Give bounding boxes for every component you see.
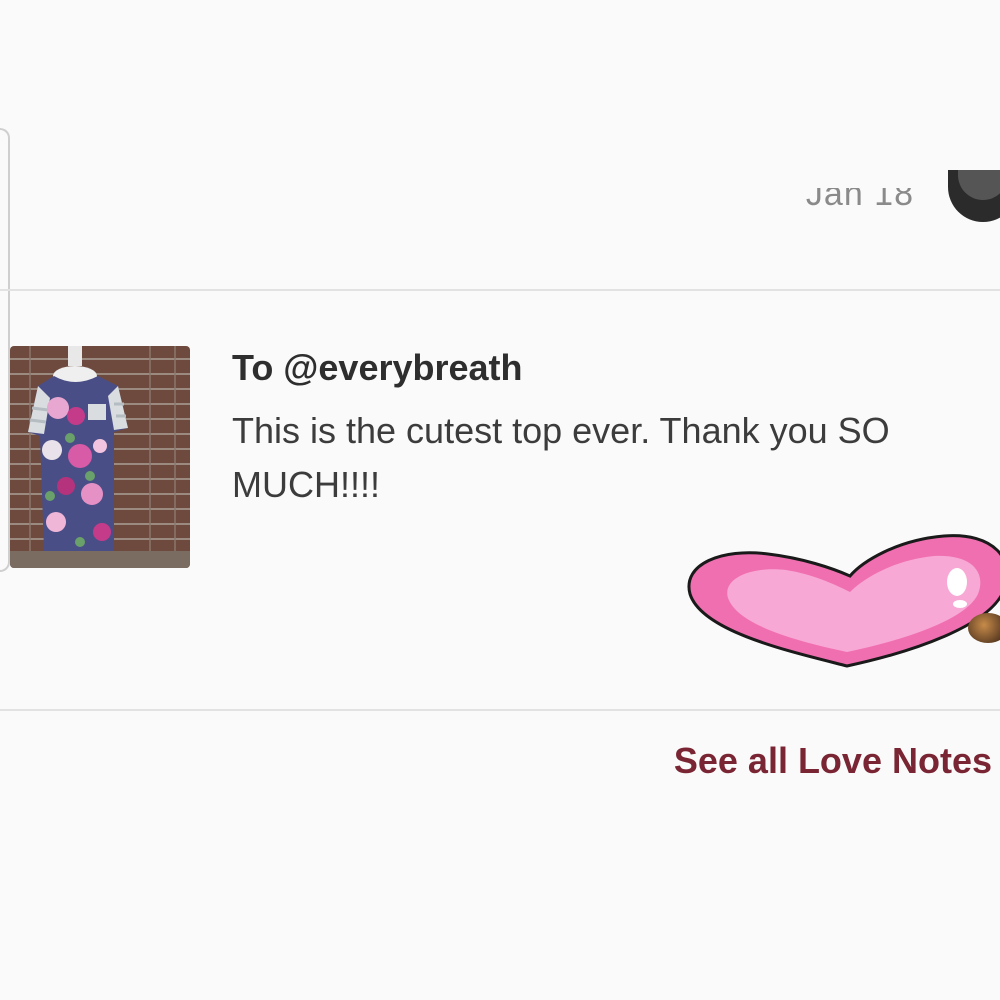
see-all-love-notes-link[interactable]: See all Love Notes: [674, 740, 992, 782]
user-avatar[interactable]: [968, 613, 1000, 643]
love-note-card[interactable]: To @everybreath This is the cutest top e…: [0, 291, 1000, 709]
pink-heart-sticker-icon: [687, 534, 1000, 668]
note-recipient[interactable]: To @everybreath: [232, 347, 523, 389]
divider: [0, 709, 1000, 711]
previous-love-note: Jan 18: [0, 0, 1000, 290]
previous-note-avatar[interactable]: [948, 170, 1000, 222]
listing-thumbnail[interactable]: [10, 346, 190, 568]
love-notes-screen: Jan 18 To @everybreath This is the cutes…: [0, 0, 1000, 1000]
floral-top-photo-icon: [10, 346, 190, 568]
note-message: This is the cutest top ever. Thank you S…: [232, 410, 890, 505]
previous-note-date: Jan 18: [805, 188, 914, 210]
